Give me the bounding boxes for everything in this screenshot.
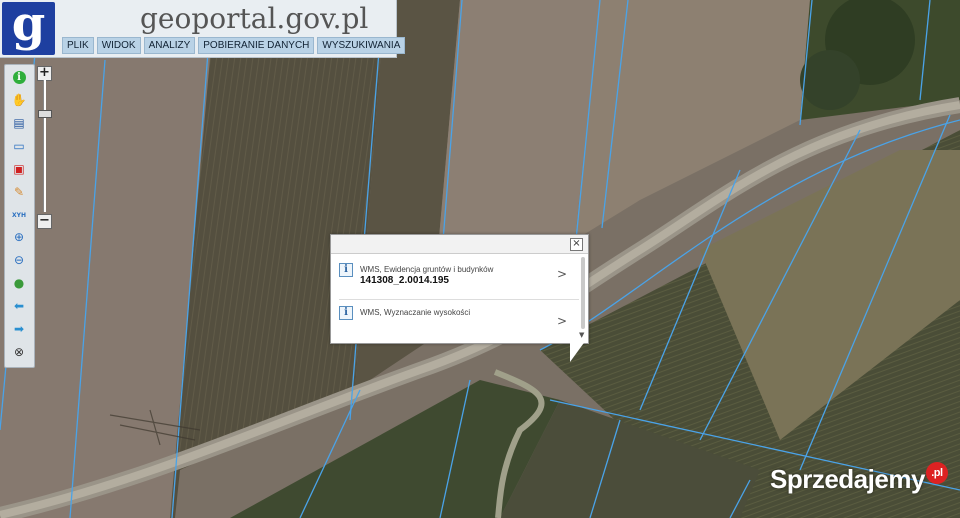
popup-scrollbar[interactable]: ▼ bbox=[579, 255, 586, 339]
pencil-icon[interactable]: ✎ bbox=[10, 184, 28, 200]
zoom-minus-button[interactable]: − bbox=[37, 214, 52, 229]
watermark-text: Sprzedajemy bbox=[770, 464, 925, 494]
popup-pointer bbox=[570, 340, 586, 362]
logo-letter: g bbox=[11, 0, 46, 52]
forward-arrow-icon[interactable]: ➡ bbox=[10, 321, 28, 337]
zoom-handle[interactable] bbox=[38, 110, 52, 118]
menu-analizy[interactable]: ANALIZY bbox=[143, 37, 196, 54]
chevron-right-icon[interactable]: > bbox=[557, 267, 567, 281]
zoom-in-icon[interactable]: ⊕ bbox=[10, 229, 28, 245]
menu-plik[interactable]: PLIK bbox=[62, 37, 94, 54]
info-badge-icon: i bbox=[339, 306, 353, 320]
main-menu: PLIK WIDOK ANALIZY POBIERANIE DANYCH WYS… bbox=[62, 37, 406, 54]
zoom-plus-button[interactable]: + bbox=[37, 66, 52, 81]
select-object-icon[interactable]: ▣ bbox=[10, 161, 28, 177]
info-badge-icon: i bbox=[339, 263, 353, 277]
watermark-badge: .pl bbox=[925, 462, 948, 484]
zoom-track[interactable] bbox=[43, 80, 46, 212]
site-title: geoportal.gov.pl bbox=[140, 2, 369, 35]
close-icon[interactable]: × bbox=[570, 238, 583, 251]
layers-list-icon[interactable]: ▤ bbox=[10, 115, 28, 131]
geoportal-logo[interactable]: g bbox=[2, 0, 55, 55]
feature-info-popup: × i WMS, Ewidencja gruntów i budynków 14… bbox=[330, 234, 589, 344]
select-area-icon[interactable]: ▭ bbox=[10, 138, 28, 154]
scrollbar-thumb[interactable] bbox=[581, 257, 585, 329]
hand-pan-icon[interactable]: ✋ bbox=[10, 92, 28, 108]
scroll-down-icon[interactable]: ▼ bbox=[579, 331, 584, 339]
globe-icon[interactable]: ● bbox=[10, 275, 28, 291]
info-icon[interactable]: i bbox=[10, 69, 28, 85]
zoom-out-icon[interactable]: ⊖ bbox=[10, 252, 28, 268]
menu-wyszukiwania[interactable]: WYSZUKIWANIA bbox=[317, 37, 406, 54]
back-arrow-icon[interactable]: ⬅ bbox=[10, 298, 28, 314]
popup-divider bbox=[339, 299, 579, 300]
clear-icon[interactable]: ⊗ bbox=[10, 344, 28, 360]
popup-header: × bbox=[331, 235, 588, 254]
menu-pobieranie-danych[interactable]: POBIERANIE DANYCH bbox=[198, 37, 315, 54]
xyh-coordinates-icon[interactable]: XYH bbox=[10, 207, 28, 223]
chevron-right-icon[interactable]: > bbox=[557, 314, 567, 328]
map-toolbar: i ✋ ▤ ▭ ▣ ✎ XYH ⊕ ⊖ ● ⬅ ➡ ⊗ bbox=[4, 64, 35, 368]
parcel-id: 141308_2.0014.195 bbox=[360, 275, 449, 286]
header-panel: g geoportal.gov.pl PLIK WIDOK ANALIZY PO… bbox=[0, 0, 406, 58]
menu-widok[interactable]: WIDOK bbox=[96, 37, 141, 54]
watermark: Sprzedajemy .pl bbox=[770, 462, 948, 495]
zoom-slider: + − bbox=[36, 64, 52, 230]
entry-title: WMS, Wyznaczanie wysokości bbox=[360, 308, 471, 317]
entry-title: WMS, Ewidencja gruntów i budynków bbox=[360, 265, 494, 274]
